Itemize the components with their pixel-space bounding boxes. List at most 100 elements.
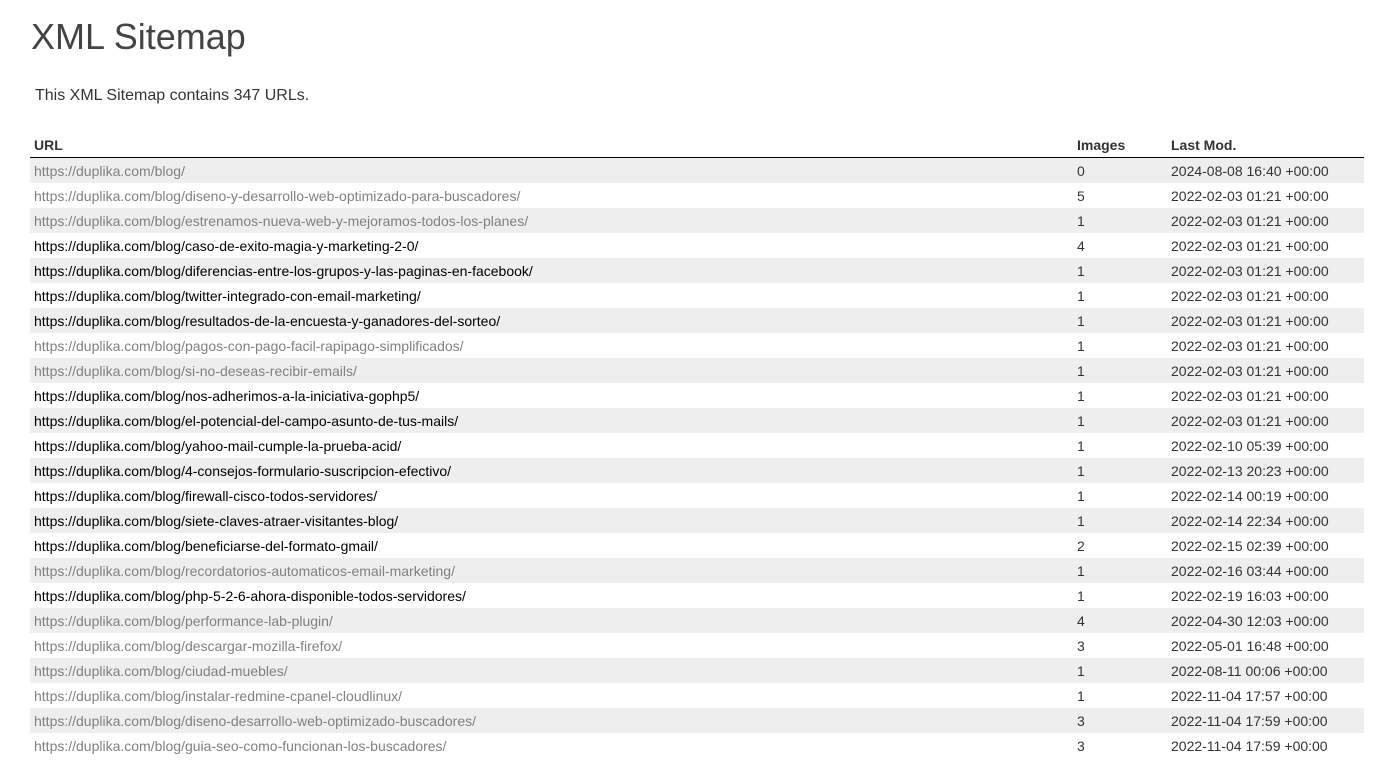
sitemap-url-link[interactable]: https://duplika.com/blog/yahoo-mail-cump… [34, 438, 401, 454]
sitemap-intro: This XML Sitemap contains 347 URLs. [35, 87, 310, 104]
sitemap-url-link[interactable]: https://duplika.com/blog/diseno-y-desarr… [34, 188, 520, 204]
cell-url: https://duplika.com/blog/resultados-de-l… [30, 308, 1073, 333]
cell-images: 1 [1077, 437, 1085, 454]
cell-last-mod: 2022-08-11 00:06 +00:00 [1167, 658, 1364, 683]
cell-url: https://duplika.com/blog/twitter-integra… [30, 283, 1073, 308]
table-row: https://duplika.com/blog/diseno-y-desarr… [30, 183, 1364, 208]
table-row: https://duplika.com/blog/recordatorios-a… [30, 558, 1364, 583]
sitemap-url-link[interactable]: https://duplika.com/blog/diferencias-ent… [34, 263, 533, 279]
table-header-row: URL Images Last Mod. [30, 132, 1364, 158]
cell-url: https://duplika.com/blog/diferencias-ent… [30, 258, 1073, 283]
sitemap-url-link[interactable]: https://duplika.com/blog/nos-adherimos-a… [34, 388, 419, 404]
cell-images: 1 [1077, 287, 1085, 304]
cell-url: https://duplika.com/blog/nos-adherimos-a… [30, 383, 1073, 408]
sitemap-url-link[interactable]: https://duplika.com/blog/ciudad-muebles/ [34, 663, 288, 679]
cell-last-mod: 2022-02-03 01:21 +00:00 [1171, 287, 1329, 304]
cell-images: 1 [1077, 687, 1085, 704]
sitemap-url-link[interactable]: https://duplika.com/blog/resultados-de-l… [34, 313, 500, 329]
cell-images: 2 [1077, 537, 1085, 554]
cell-images: 1 [1073, 358, 1167, 383]
sitemap-url-link[interactable]: https://duplika.com/blog/ [34, 163, 185, 179]
cell-url: https://duplika.com/blog/siete-claves-at… [30, 508, 1073, 533]
sitemap-url-link[interactable]: https://duplika.com/blog/twitter-integra… [34, 288, 421, 304]
cell-last-mod: 2022-02-03 01:21 +00:00 [1167, 208, 1364, 233]
cell-url: https://duplika.com/blog/diseno-desarrol… [30, 708, 1073, 733]
table-row: https://duplika.com/blog/siete-claves-at… [30, 508, 1364, 533]
cell-url: https://duplika.com/blog/pagos-con-pago-… [30, 333, 1073, 358]
sitemap-url-link[interactable]: https://duplika.com/blog/siete-claves-at… [34, 513, 398, 529]
cell-last-mod: 2022-11-04 17:59 +00:00 [1171, 737, 1328, 754]
table-row: https://duplika.com/blog/firewall-cisco-… [30, 483, 1364, 508]
table-row: https://duplika.com/blog/diferencias-ent… [30, 258, 1364, 283]
cell-last-mod: 2022-02-14 22:34 +00:00 [1167, 508, 1364, 533]
cell-last-mod: 2022-11-04 17:59 +00:00 [1167, 708, 1364, 733]
sitemap-url-link[interactable]: https://duplika.com/blog/firewall-cisco-… [34, 488, 377, 504]
sitemap-url-link[interactable]: https://duplika.com/blog/diseno-desarrol… [34, 713, 476, 729]
cell-last-mod: 2022-04-30 12:03 +00:00 [1167, 608, 1364, 633]
table-row: https://duplika.com/blog/pagos-con-pago-… [30, 333, 1364, 358]
cell-images: 1 [1073, 458, 1167, 483]
table-row: https://duplika.com/blog/descargar-mozil… [30, 633, 1364, 658]
cell-images: 1 [1073, 658, 1167, 683]
cell-images: 1 [1073, 258, 1167, 283]
sitemap-url-link[interactable]: https://duplika.com/blog/pagos-con-pago-… [34, 338, 464, 354]
table-row: https://duplika.com/blog/yahoo-mail-cump… [30, 433, 1364, 458]
sitemap-url-link[interactable]: https://duplika.com/blog/instalar-redmin… [34, 688, 402, 704]
cell-last-mod: 2022-02-03 01:21 +00:00 [1171, 237, 1329, 254]
table-row: https://duplika.com/blog/nos-adherimos-a… [30, 383, 1364, 408]
cell-url: https://duplika.com/blog/guia-seo-como-f… [30, 733, 1073, 758]
sitemap-url-link[interactable]: https://duplika.com/blog/estrenamos-nuev… [34, 213, 528, 229]
cell-images: 3 [1073, 708, 1167, 733]
table-row: https://duplika.com/blog/diseno-desarrol… [30, 708, 1364, 733]
sitemap-url-link[interactable]: https://duplika.com/blog/4-consejos-form… [34, 463, 451, 479]
cell-url: https://duplika.com/blog/caso-de-exito-m… [30, 233, 1073, 258]
cell-last-mod: 2022-05-01 16:48 +00:00 [1171, 637, 1329, 654]
cell-images: 1 [1073, 208, 1167, 233]
sitemap-url-link[interactable]: https://duplika.com/blog/guia-seo-como-f… [34, 738, 446, 754]
sitemap-url-link[interactable]: https://duplika.com/blog/si-no-deseas-re… [34, 363, 357, 379]
column-header-last-mod[interactable]: Last Mod. [1167, 132, 1364, 158]
table-row: https://duplika.com/blog/beneficiarse-de… [30, 533, 1364, 558]
sitemap-url-link[interactable]: https://duplika.com/blog/el-potencial-de… [34, 413, 458, 429]
sitemap-url-link[interactable]: https://duplika.com/blog/php-5-2-6-ahora… [34, 588, 466, 604]
sitemap-url-link[interactable]: https://duplika.com/blog/recordatorios-a… [34, 563, 455, 579]
cell-images: 1 [1077, 487, 1085, 504]
cell-url: https://duplika.com/blog/beneficiarse-de… [30, 533, 1073, 558]
cell-last-mod: 2022-02-14 00:19 +00:00 [1171, 487, 1329, 504]
cell-images: 1 [1073, 558, 1167, 583]
table-row: https://duplika.com/blog/resultados-de-l… [30, 308, 1364, 333]
column-header-url[interactable]: URL [30, 132, 1073, 158]
cell-url: https://duplika.com/blog/firewall-cisco-… [30, 483, 1073, 508]
cell-last-mod: 2022-02-03 01:21 +00:00 [1167, 408, 1364, 433]
table-row: https://duplika.com/blog/estrenamos-nuev… [30, 208, 1364, 233]
cell-last-mod: 2022-02-10 05:39 +00:00 [1171, 437, 1329, 454]
cell-images: 1 [1073, 508, 1167, 533]
cell-url: https://duplika.com/blog/ciudad-muebles/ [30, 658, 1073, 683]
table-row: https://duplika.com/blog/performance-lab… [30, 608, 1364, 633]
sitemap-url-link[interactable]: https://duplika.com/blog/performance-lab… [34, 613, 333, 629]
cell-url: https://duplika.com/blog/php-5-2-6-ahora… [30, 583, 1073, 608]
sitemap-url-link[interactable]: https://duplika.com/blog/beneficiarse-de… [34, 538, 378, 554]
sitemap-table: URL Images Last Mod. https://duplika.com… [30, 132, 1364, 758]
cell-images: 5 [1077, 187, 1085, 204]
page-title: XML Sitemap [31, 16, 246, 57]
cell-last-mod: 2024-08-08 16:40 +00:00 [1167, 157, 1364, 183]
cell-images: 1 [1077, 387, 1085, 404]
cell-url: https://duplika.com/blog/estrenamos-nuev… [30, 208, 1073, 233]
cell-url: https://duplika.com/blog/diseno-y-desarr… [30, 183, 1073, 208]
sitemap-rows: https://duplika.com/blog/0 2024-08-08 16:… [30, 157, 1364, 759]
cell-last-mod: 2022-02-13 20:23 +00:00 [1167, 458, 1364, 483]
cell-last-mod: 2022-02-03 01:21 +00:00 [1171, 387, 1329, 404]
cell-last-mod: 2022-02-03 01:21 +00:00 [1167, 308, 1364, 333]
table-row: https://duplika.com/blog/0 2024-08-08 16:… [30, 157, 1364, 183]
cell-last-mod: 2022-11-04 17:57 +00:00 [1171, 687, 1328, 704]
table-row: https://duplika.com/blog/4-consejos-form… [30, 458, 1364, 483]
sitemap-url-link[interactable]: https://duplika.com/blog/caso-de-exito-m… [34, 238, 418, 254]
cell-images: 1 [1073, 308, 1167, 333]
table-row: https://duplika.com/blog/guia-seo-como-f… [30, 733, 1364, 758]
sitemap-url-link[interactable]: https://duplika.com/blog/descargar-mozil… [34, 638, 342, 654]
column-header-images[interactable]: Images [1073, 132, 1167, 158]
cell-url: https://duplika.com/blog/yahoo-mail-cump… [30, 433, 1073, 458]
cell-images: 4 [1077, 237, 1085, 254]
sitemap-page: XML Sitemap This XML Sitemap contains 34… [0, 0, 1388, 760]
